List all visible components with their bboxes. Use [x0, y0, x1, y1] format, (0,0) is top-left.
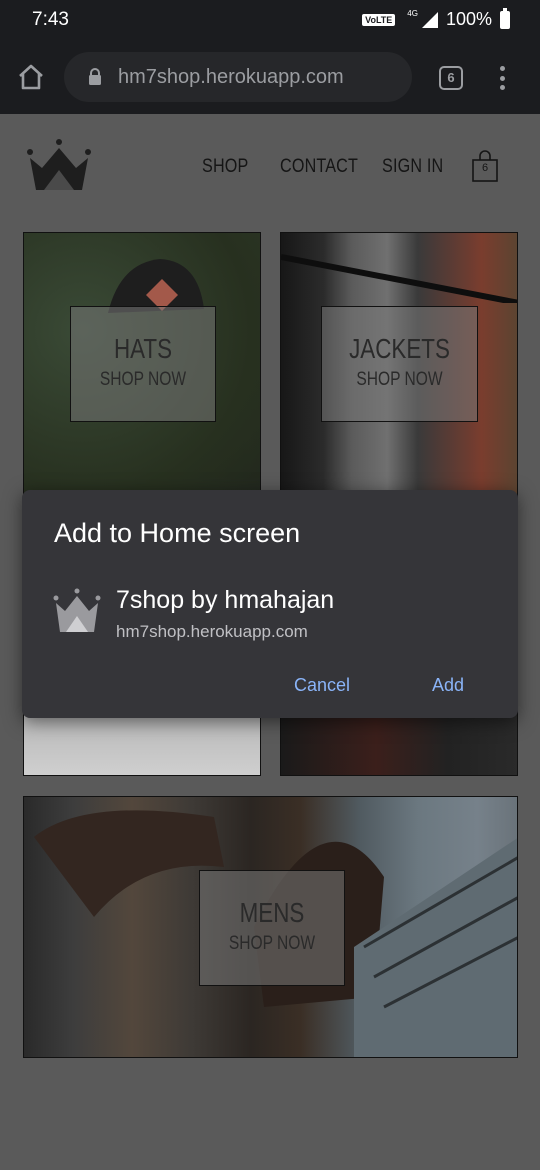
network-type: 4G	[407, 9, 418, 18]
overflow-menu-icon[interactable]	[498, 66, 506, 90]
dialog-title: Add to Home screen	[54, 518, 301, 548]
lock-icon	[89, 68, 101, 85]
add-to-home-dialog: Add to Home screen 7shop by hmahajan hm7…	[22, 490, 518, 718]
category-tile-mens[interactable]: MENS SHOP NOW	[23, 796, 518, 1058]
nav-contact-link[interactable]: CONTACT	[280, 156, 358, 178]
hats-title: HATS	[113, 333, 173, 364]
address-bar[interactable]: hm7shop.herokuapp.com	[64, 52, 412, 102]
signal-icon	[421, 11, 438, 28]
mens-label-box: MENS SHOP NOW	[199, 870, 345, 986]
app-name[interactable]: 7shop by hmahajan	[116, 586, 334, 615]
home-icon[interactable]	[16, 62, 46, 92]
jackets-shop-now[interactable]: SHOP NOW	[336, 369, 463, 391]
cancel-button[interactable]: Cancel	[294, 675, 350, 696]
browser-toolbar: hm7shop.herokuapp.com 6	[0, 40, 540, 114]
crown-app-icon	[53, 588, 101, 632]
battery-icon	[500, 7, 510, 29]
hats-label-box: HATS SHOP NOW	[70, 306, 216, 422]
hats-shop-now[interactable]: SHOP NOW	[84, 369, 202, 391]
nav-sign-in-link[interactable]: SIGN IN	[382, 156, 443, 178]
clothing-rail	[281, 254, 517, 303]
mens-shop-now[interactable]: SHOP NOW	[213, 933, 331, 955]
status-bar: 7:43 VoLTE 4G 100%	[0, 0, 540, 40]
app-url: hm7shop.herokuapp.com	[116, 622, 308, 641]
nav-shop-link[interactable]: SHOP	[202, 156, 248, 178]
status-indicators: VoLTE 4G 100%	[362, 7, 510, 30]
mens-title: MENS	[239, 897, 305, 928]
add-button[interactable]: Add	[432, 675, 464, 696]
url-text: hm7shop.herokuapp.com	[118, 66, 344, 88]
tab-switcher-button[interactable]: 6	[439, 66, 463, 90]
jackets-title: JACKETS	[349, 333, 450, 364]
volte-icon: VoLTE	[362, 13, 396, 26]
status-time: 7:43	[32, 9, 69, 30]
crown-logo-icon[interactable]	[24, 138, 94, 194]
jackets-label-box: JACKETS SHOP NOW	[321, 306, 478, 422]
cart-count: 6	[481, 162, 489, 174]
cart-button[interactable]: 6	[472, 150, 498, 182]
battery-percent: 100%	[445, 9, 492, 29]
